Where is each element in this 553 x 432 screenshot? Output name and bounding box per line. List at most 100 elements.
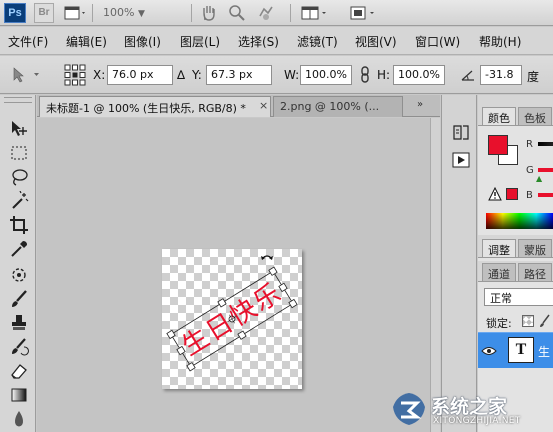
menu-view[interactable]: 视图(V) (355, 33, 397, 50)
eyedropper-tool-icon[interactable] (9, 239, 29, 259)
tab-channels[interactable]: 通道 (482, 263, 516, 281)
reference-point-icon[interactable] (62, 62, 88, 88)
tool-preset-picker[interactable] (6, 65, 46, 85)
panel-grip[interactable] (4, 97, 32, 103)
transform-handle[interactable] (166, 329, 176, 340)
x-label: X: (93, 68, 106, 82)
transform-handle[interactable] (186, 362, 196, 372)
width-scale-field[interactable]: 100.0% (300, 65, 352, 85)
canvas-area: 生日快乐 (37, 118, 440, 432)
y-label: Y: (192, 68, 202, 82)
transform-handle[interactable] (278, 282, 288, 293)
y-position-field[interactable]: 67.3 px (206, 65, 272, 85)
watermark-text: 系统之家 (431, 396, 508, 418)
r-slider[interactable] (538, 142, 553, 146)
foreground-color-swatch[interactable] (488, 135, 508, 155)
x-position-field[interactable]: 76.0 px (107, 65, 173, 85)
warning-icon[interactable] (488, 186, 502, 201)
link-icon[interactable] (358, 66, 372, 84)
transform-handle[interactable] (288, 298, 298, 309)
blend-mode-select[interactable]: 正常 (484, 288, 553, 306)
menu-bar: 文件(F) 编辑(E) 图像(I) 图层(L) 选择(S) 滤镜(T) 视图(V… (0, 27, 553, 55)
lock-label: 锁定: (486, 317, 512, 330)
visibility-eye-icon[interactable] (478, 333, 500, 369)
document-canvas[interactable]: 生日快乐 (162, 249, 302, 389)
rotate-view-icon[interactable] (256, 4, 276, 22)
w-label: W: (284, 68, 300, 82)
history-panel-icon[interactable] (452, 123, 470, 141)
gradient-tool-icon[interactable] (9, 385, 29, 405)
layer-name: 生 (538, 345, 551, 359)
watermark-logo-icon (391, 391, 427, 427)
slider-thumb-icon[interactable]: ▲ (536, 174, 542, 183)
bridge-button[interactable]: Br (34, 3, 54, 23)
clone-stamp-tool-icon[interactable] (9, 313, 29, 333)
lasso-tool-icon[interactable] (9, 167, 29, 187)
rotation-angle-field[interactable]: -31.8 (480, 65, 522, 85)
g-slider[interactable] (538, 168, 553, 172)
delta-icon: ∆ (177, 68, 186, 82)
tab-label: 未标题-1 @ 100% (生日快乐, RGB/8) * (46, 102, 246, 115)
tab-color[interactable]: 颜色 (482, 107, 516, 125)
close-tab-icon[interactable]: × (259, 99, 268, 112)
angle-icon (460, 67, 476, 83)
more-tabs-icon[interactable]: » (417, 99, 423, 110)
text-layer-thumbnail: T (508, 337, 534, 363)
vertical-scrollbar[interactable] (430, 118, 440, 432)
menu-filter[interactable]: 滤镜(T) (297, 33, 338, 50)
channel-b-label: B (526, 190, 533, 201)
h-label: H: (377, 68, 391, 82)
marquee-tool-icon[interactable] (9, 143, 29, 163)
color-spectrum[interactable] (486, 213, 553, 229)
photoshop-logo: Ps (4, 3, 26, 23)
brush-tool-icon[interactable] (9, 289, 29, 309)
options-bar: X: 76.0 px ∆ Y: 67.3 px W: 100.0% H: 100… (0, 56, 553, 94)
layer-row-text[interactable]: T 生 (478, 332, 553, 368)
move-tool-icon[interactable] (9, 119, 29, 139)
tab-masks[interactable]: 蒙版 (518, 239, 552, 257)
b-slider[interactable] (538, 193, 553, 197)
transform-handle[interactable] (217, 298, 227, 308)
menu-layer[interactable]: 图层(L) (180, 33, 220, 50)
tools-panel (0, 95, 36, 432)
tab-adjustments[interactable]: 调整 (482, 239, 516, 257)
height-scale-field[interactable]: 100.0% (393, 65, 445, 85)
eraser-tool-icon[interactable] (9, 361, 29, 381)
spot-healing-tool-icon[interactable] (9, 265, 29, 285)
blur-tool-icon[interactable] (9, 409, 29, 429)
lock-transparency-icon[interactable] (522, 315, 534, 327)
actions-panel-icon[interactable] (452, 151, 470, 169)
watermark-url: XITONGZHIJIA.NET (433, 416, 521, 426)
degree-unit: 度 (527, 70, 540, 84)
zoom-level-dropdown[interactable]: 100% ▼ (103, 4, 145, 22)
menu-edit[interactable]: 编辑(E) (66, 33, 107, 50)
zoom-level: 100% (103, 6, 135, 19)
menu-image[interactable]: 图像(I) (124, 33, 161, 50)
screen-mode-icon[interactable] (62, 4, 88, 22)
channel-r-label: R (526, 139, 533, 150)
history-brush-tool-icon[interactable] (9, 337, 29, 357)
crop-tool-icon[interactable] (9, 215, 29, 235)
screen-layout-icon[interactable] (348, 4, 378, 22)
gamut-color-swatch[interactable] (506, 188, 518, 200)
menu-window[interactable]: 窗口(W) (415, 33, 460, 50)
collapsed-panels-dock (441, 95, 477, 432)
document-tab-bar: 未标题-1 @ 100% (生日快乐, RGB/8) * × 2.png @ 1… (37, 95, 440, 117)
transform-overlay: 生日快乐 (166, 255, 298, 372)
hand-tool-icon[interactable] (200, 4, 218, 22)
tab-untitled-1[interactable]: 未标题-1 @ 100% (生日快乐, RGB/8) * (39, 96, 271, 117)
tab-label: 2.png @ 100% (... (280, 100, 380, 113)
zoom-tool-icon[interactable] (228, 4, 246, 22)
magic-wand-tool-icon[interactable] (9, 191, 29, 211)
menu-select[interactable]: 选择(S) (238, 33, 279, 50)
tab-2-png[interactable]: 2.png @ 100% (... (273, 96, 403, 117)
menu-help[interactable]: 帮助(H) (479, 33, 521, 50)
application-bar: Ps Br 100% ▼ (0, 0, 553, 26)
tab-swatches[interactable]: 色板 (518, 107, 552, 125)
transform-handle[interactable] (268, 266, 278, 276)
rotate-cursor-icon (261, 255, 273, 260)
lock-brush-icon[interactable] (539, 314, 551, 328)
tab-paths[interactable]: 路径 (518, 263, 552, 281)
arrange-documents-icon[interactable] (300, 4, 330, 22)
menu-file[interactable]: 文件(F) (8, 33, 48, 50)
